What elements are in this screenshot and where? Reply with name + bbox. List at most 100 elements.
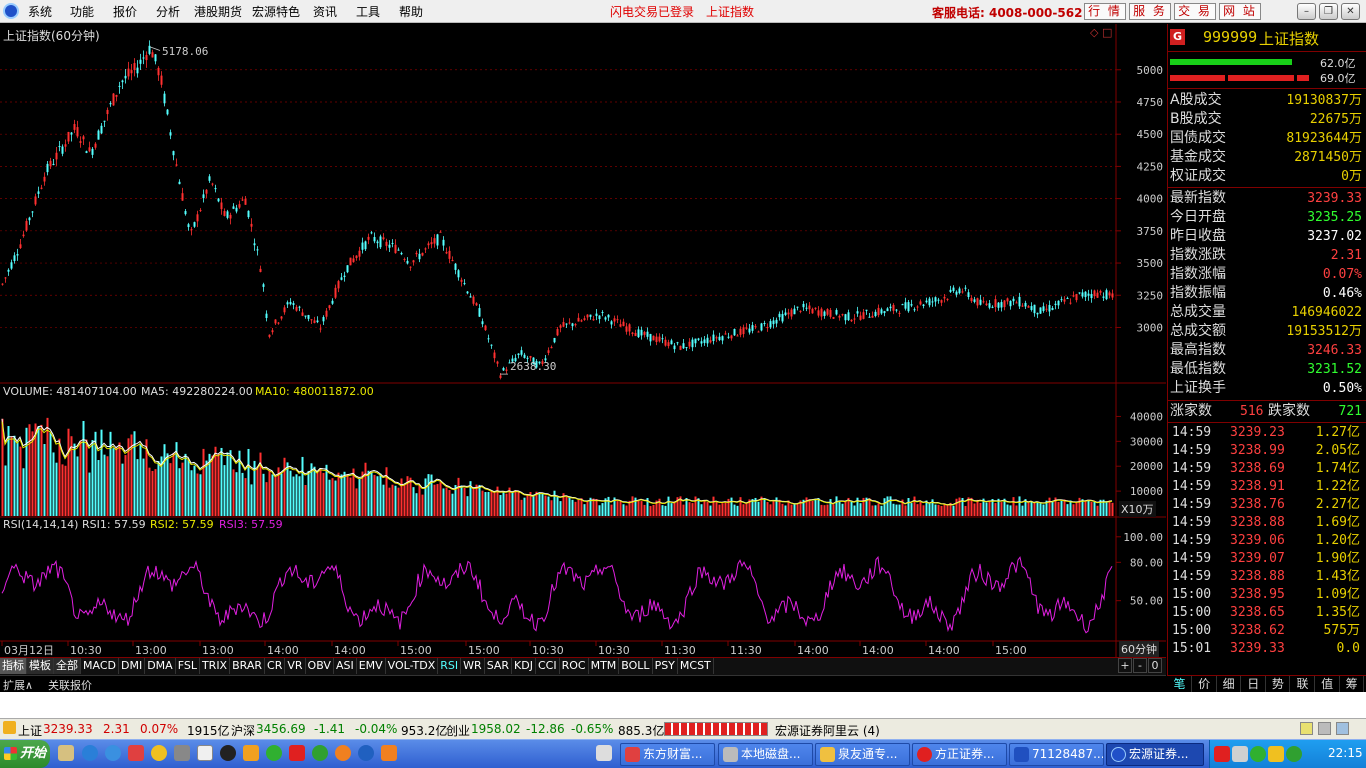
indicator-tab-roc[interactable]: ROC bbox=[560, 658, 589, 674]
indicator-tab-cci[interactable]: CCI bbox=[536, 658, 560, 674]
indicator-tab-asi[interactable]: ASI bbox=[334, 658, 357, 674]
indicator-tab-dmi[interactable]: DMI bbox=[119, 658, 146, 674]
menu-function[interactable]: 功能 bbox=[70, 3, 94, 20]
quote-tab[interactable]: 值 bbox=[1316, 676, 1340, 692]
green-browser-icon[interactable] bbox=[312, 745, 328, 761]
indicator-tab-rsi[interactable]: RSI bbox=[438, 658, 462, 674]
volume-bar bbox=[577, 499, 580, 516]
signal-icon[interactable] bbox=[1318, 722, 1331, 735]
indicator-tab-cr[interactable]: CR bbox=[265, 658, 286, 674]
penguin-icon[interactable] bbox=[220, 745, 236, 761]
menu-hongyuan[interactable]: 宏源特色 bbox=[252, 3, 300, 20]
indicator-tab-macd[interactable]: MACD bbox=[81, 658, 119, 674]
indicator-tab-dma[interactable]: DMA bbox=[145, 658, 176, 674]
indicator-tab--[interactable]: 指标 bbox=[0, 658, 27, 674]
menu-news[interactable]: 资讯 bbox=[313, 3, 337, 20]
volume-bar bbox=[910, 503, 913, 516]
keyboard-icon[interactable] bbox=[596, 745, 612, 761]
zoom-out-button[interactable]: - bbox=[1133, 658, 1147, 673]
candle-body bbox=[691, 339, 694, 348]
explorer-icon[interactable] bbox=[58, 745, 74, 761]
indicator-tab-fsl[interactable]: FSL bbox=[176, 658, 200, 674]
current-index-link[interactable]: 上证指数 bbox=[706, 3, 754, 20]
chrome-icon[interactable] bbox=[335, 745, 351, 761]
ie-browser-icon[interactable] bbox=[82, 745, 98, 761]
candle-body bbox=[106, 109, 109, 115]
network-icon[interactable] bbox=[1336, 722, 1349, 735]
index-bar-icon[interactable] bbox=[3, 721, 16, 734]
indicator-tab-boll[interactable]: BOLL bbox=[619, 658, 653, 674]
blue-browser-icon[interactable] bbox=[358, 745, 374, 761]
qq-icon[interactable] bbox=[197, 745, 213, 761]
zoom-in-button[interactable]: + bbox=[1118, 658, 1132, 673]
stat-label: 昨日收盘 bbox=[1170, 228, 1226, 244]
tray-update-icon[interactable] bbox=[1286, 746, 1302, 762]
indicator-tab-vol-tdx[interactable]: VOL-TDX bbox=[386, 658, 439, 674]
zoom-reset-button[interactable]: 0 bbox=[1148, 658, 1162, 673]
quote-tab[interactable]: 笔 bbox=[1168, 676, 1192, 692]
windows-logo-icon bbox=[4, 747, 17, 760]
media-icon[interactable] bbox=[174, 745, 190, 761]
search-icon[interactable] bbox=[105, 745, 121, 761]
tray-battery-icon[interactable] bbox=[1232, 746, 1248, 762]
chart-canvas[interactable]: 5000 4750 4500 4250 4000 3750 3500 3250 3000 4000… bbox=[0, 24, 1166, 675]
globe-icon[interactable] bbox=[266, 745, 282, 761]
menu-tools[interactable]: 工具 bbox=[356, 3, 380, 20]
nav-service-button[interactable]: 服 务 bbox=[1129, 3, 1171, 20]
menu-system[interactable]: 系统 bbox=[28, 3, 52, 20]
related-quote-tab[interactable]: 关联报价 bbox=[48, 677, 92, 693]
indicator-tab-psy[interactable]: PSY bbox=[653, 658, 678, 674]
quote-tab[interactable]: 势 bbox=[1266, 676, 1291, 692]
red-app-icon[interactable] bbox=[289, 745, 305, 761]
candle-body bbox=[934, 297, 937, 302]
task-quanyoutong[interactable]: 泉友通专... bbox=[815, 743, 910, 766]
menu-analysis[interactable]: 分析 bbox=[156, 3, 180, 20]
smiley-icon[interactable] bbox=[151, 745, 167, 761]
quote-tab[interactable]: 日 bbox=[1242, 676, 1266, 692]
indicator-tab-emv[interactable]: EMV bbox=[357, 658, 386, 674]
period-label[interactable]: 60分钟 bbox=[1119, 641, 1159, 657]
restore-icon[interactable]: ❐ bbox=[1319, 3, 1338, 20]
indicator-tab-obv[interactable]: OBV bbox=[306, 658, 334, 674]
menu-help[interactable]: 帮助 bbox=[399, 3, 423, 20]
indicator-tab-trix[interactable]: TRIX bbox=[200, 658, 231, 674]
quote-tab[interactable]: 筹 bbox=[1340, 676, 1365, 692]
indicator-tab--[interactable]: 模板 bbox=[27, 658, 54, 674]
minimize-icon[interactable]: – bbox=[1297, 3, 1316, 20]
broker-server-label[interactable]: 宏源证券阿里云 (4) bbox=[775, 722, 880, 739]
expand-tab[interactable]: 扩展∧ bbox=[3, 677, 33, 693]
indicator-tab--[interactable]: 全部 bbox=[54, 658, 81, 674]
tray-ime-icon[interactable] bbox=[1214, 746, 1230, 762]
orange-app-icon[interactable] bbox=[381, 745, 397, 761]
task-71128487[interactable]: 71128487... bbox=[1009, 743, 1104, 766]
trade-login-status[interactable]: 闪电交易已登录 bbox=[610, 3, 694, 20]
lock-icon[interactable] bbox=[1300, 722, 1313, 735]
chart-option-icon[interactable]: ◇ □ bbox=[1090, 26, 1112, 39]
nav-quote-button[interactable]: 行 情 bbox=[1084, 3, 1126, 20]
indicator-tab-sar[interactable]: SAR bbox=[485, 658, 513, 674]
tray-network-icon[interactable] bbox=[1250, 746, 1266, 762]
volume-bar bbox=[724, 502, 727, 516]
indicator-tab-mtm[interactable]: MTM bbox=[589, 658, 620, 674]
task-eastmoney[interactable]: 东方财富... bbox=[620, 743, 715, 766]
quote-tab[interactable]: 价 bbox=[1193, 676, 1217, 692]
indicator-tab-brar[interactable]: BRAR bbox=[230, 658, 266, 674]
menu-hk-futures[interactable]: 港股期货 bbox=[194, 3, 242, 20]
nav-website-button[interactable]: 网 站 bbox=[1219, 3, 1261, 20]
tray-alert-icon[interactable] bbox=[1268, 746, 1284, 762]
nav-trade-button[interactable]: 交 易 bbox=[1174, 3, 1216, 20]
quote-tab[interactable]: 联 bbox=[1291, 676, 1315, 692]
app-shortcut-icon[interactable] bbox=[128, 745, 144, 761]
menu-quote[interactable]: 报价 bbox=[113, 3, 137, 20]
folder-icon[interactable] bbox=[243, 745, 259, 761]
task-local-disk[interactable]: 本地磁盘... bbox=[718, 743, 813, 766]
task-hongyuan-active[interactable]: 宏源证券... bbox=[1106, 743, 1204, 766]
task-founder[interactable]: 方正证券... bbox=[912, 743, 1007, 766]
indicator-tab-mcst[interactable]: MCST bbox=[678, 658, 714, 674]
indicator-tab-wr[interactable]: WR bbox=[461, 658, 485, 674]
tick-time: 14:59 bbox=[1172, 443, 1212, 458]
close-icon[interactable]: ✕ bbox=[1341, 3, 1360, 20]
indicator-tab-vr[interactable]: VR bbox=[285, 658, 306, 674]
quote-tab[interactable]: 细 bbox=[1217, 676, 1242, 692]
indicator-tab-kdj[interactable]: KDJ bbox=[512, 658, 536, 674]
